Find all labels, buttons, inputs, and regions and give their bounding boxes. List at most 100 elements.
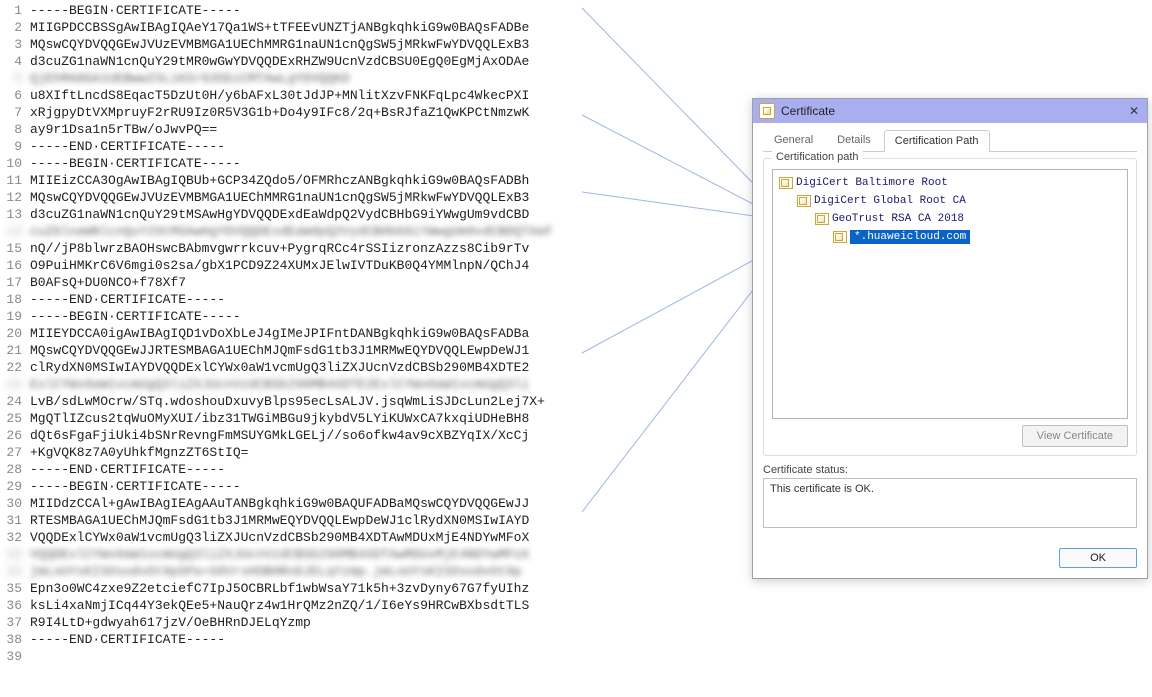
code-line: 2MIIGPDCCBSSgAwIBAgIQAeY17Qa1WS+tTFEEvUN… [0, 19, 690, 36]
code-line: 20MIIEYDCCA0igAwIBAgIQD1vDoXbLeJ4gIMeJPI… [0, 325, 690, 342]
line-number: 30 [0, 495, 30, 512]
cert-node-icon [813, 212, 829, 226]
line-number: 11 [0, 172, 30, 189]
line-text: u8XIftLncdS8EqacT5DzUt0H/y6bAFxL30tJdJP+… [30, 87, 690, 104]
line-text: -----END·CERTIFICATE----- [30, 138, 690, 155]
line-text: MIIEYDCCA0igAwIBAgIQD1vDoXbLeJ4gIMeJPIFn… [30, 325, 690, 342]
line-number: 28 [0, 461, 30, 478]
line-text: VQQDExlCYWx0aW1vcmUgQ3liZXJUcnVzdCBSb290… [30, 529, 690, 546]
code-line: 6u8XIftLncdS8EqacT5DzUt0H/y6bAFxL30tJdJP… [0, 87, 690, 104]
line-number: 25 [0, 410, 30, 427]
line-text: R9I4LtD+gdwyah617jzV/OeBHRnDJELqYzmp [30, 614, 690, 631]
line-text: MQswCQYDVQQGEwJVUzEVMBMGA1UEChMMRG1naUN1… [30, 36, 690, 53]
code-line: 7xRjgpyDtVXMpruyF2rRU9Iz0R5V3G1b+Do4y9IF… [0, 104, 690, 121]
line-text: MQswCQYDVQQGEwJJRTESMBAGA1UEChMJQmFsdG1t… [30, 342, 690, 359]
code-line: 30MIIDdzCCAl+gAwIBAgIEAgAAuTANBgkqhkiG9w… [0, 495, 690, 512]
line-number: 39 [0, 648, 30, 665]
code-line: 36ksLi4xaNmjICq44Y3ekQEe5+NauQrz4w1HrQMz… [0, 597, 690, 614]
cert-node-icon [795, 194, 811, 208]
line-text: d3cuZG1naWN1cnQuY29tMSAwHgYDVQQDExdEaWdp… [30, 206, 690, 223]
code-line: 28-----END·CERTIFICATE----- [0, 461, 690, 478]
cert-tree-node[interactable]: *.huaweicloud.com [777, 228, 1123, 246]
window-title: Certificate [781, 104, 1125, 118]
cert-node-icon [831, 230, 847, 244]
line-number: 31 [0, 512, 30, 529]
code-line: 34jmLoUYsKISOsodvOt9p5Pa+S0VrsHOBHRnDJEL… [0, 563, 690, 580]
line-text: -----BEGIN·CERTIFICATE----- [30, 2, 690, 19]
line-number: 15 [0, 240, 30, 257]
code-line: 13d3cuZG1naWN1cnQuY29tMSAwHgYDVQQDExdEaW… [0, 206, 690, 223]
code-line: 24LvB/sdLwMOcrw/STq.wdoshouDxuvyBlps95ec… [0, 393, 690, 410]
line-number: 14 [0, 223, 30, 240]
titlebar[interactable]: Certificate ✕ [753, 99, 1147, 123]
line-number: 29 [0, 478, 30, 495]
line-number: 24 [0, 393, 30, 410]
line-number: 34 [0, 563, 30, 580]
line-text: MgQTlIZcus2tqWuOMyXUI/ibz31TWGiMBGu9jkyb… [30, 410, 690, 427]
code-line: 5QjEhMA8GA1UEBwwI5LiK5rG35biCMTAwLgYDVQQ… [0, 70, 690, 87]
cert-tree[interactable]: DigiCert Baltimore Root DigiCert Global R… [772, 169, 1128, 419]
line-number: 37 [0, 614, 30, 631]
code-line: 14cuZGlnaWNlcnQuY29tMSAwHgYDVQQDExdEaWdp… [0, 223, 690, 240]
code-line: 9-----END·CERTIFICATE----- [0, 138, 690, 155]
cert-path-group: Certification path DigiCert Baltimore Ro… [763, 158, 1137, 456]
line-number: 35 [0, 580, 30, 597]
code-line: 38-----END·CERTIFICATE----- [0, 631, 690, 648]
cert-node-label: GeoTrust RSA CA 2018 [832, 213, 964, 225]
line-number: 38 [0, 631, 30, 648]
close-icon[interactable]: ✕ [1125, 104, 1143, 118]
line-number: 1 [0, 2, 30, 19]
line-text: xRjgpyDtVXMpruyF2rRU9Iz0R5V3G1b+Do4y9IFc… [30, 104, 690, 121]
code-line: 31RTESMBAGA1UEChMJQmFsdG1tb3J1MRMwEQYDVQ… [0, 512, 690, 529]
certificate-dialog: Certificate ✕ General Details Certificat… [752, 98, 1148, 579]
cert-node-label: DigiCert Baltimore Root [796, 177, 948, 189]
line-text: -----END·CERTIFICATE----- [30, 291, 690, 308]
line-number: 7 [0, 104, 30, 121]
line-number: 19 [0, 308, 30, 325]
code-line: 18-----END·CERTIFICATE----- [0, 291, 690, 308]
code-line: 17B0AFsQ+DU0NCO+f78Xf7 [0, 274, 690, 291]
code-line: 32VQQDExlCYWx0aW1vcmUgQ3liZXJUcnVzdCBSb2… [0, 529, 690, 546]
line-text: nQ//jP8blwrzBAOHswcBAbmvgwrrkcuv+PygrqRC… [30, 240, 690, 257]
line-number: 33 [0, 546, 30, 563]
tab-details[interactable]: Details [826, 129, 882, 151]
tab-general[interactable]: General [763, 129, 824, 151]
line-number: 12 [0, 189, 30, 206]
cert-tree-node[interactable]: DigiCert Baltimore Root [777, 174, 1123, 192]
line-text: cuZGlnaWNlcnQuY29tMSAwHgYDVQQDExdEaWdpQ2… [30, 223, 690, 240]
line-text: MIIGPDCCBSSgAwIBAgIQAeY17Qa1WS+tTFEEvUNZ… [30, 19, 690, 36]
view-certificate-button[interactable]: View Certificate [1022, 425, 1128, 447]
code-line: 10-----BEGIN·CERTIFICATE----- [0, 155, 690, 172]
line-text: +KgVQK8z7A0yUhkfMgnzZT6StIQ= [30, 444, 690, 461]
line-text: dQt6sFgaFjiUki4bSNrRevngFmMSUYGMkLGELj//… [30, 427, 690, 444]
line-text: LvB/sdLwMOcrw/STq.wdoshouDxuvyBlps95ecLs… [30, 393, 690, 410]
line-text: -----END·CERTIFICATE----- [30, 631, 690, 648]
cert-node-label: DigiCert Global Root CA [814, 195, 966, 207]
line-number: 23 [0, 376, 30, 393]
cert-status-text: This certificate is OK. [770, 483, 874, 495]
cert-node-label: *.huaweicloud.com [850, 230, 970, 244]
line-number: 8 [0, 121, 30, 138]
tab-cert-path[interactable]: Certification Path [884, 130, 990, 152]
ok-button[interactable]: OK [1059, 548, 1137, 568]
line-text: B0AFsQ+DU0NCO+f78Xf7 [30, 274, 690, 291]
line-text: ExlCYWx0aW1vcmUgQ3liZXJUcnVzdCBSb290MB4X… [30, 376, 690, 393]
line-number: 32 [0, 529, 30, 546]
cert-tree-node[interactable]: GeoTrust RSA CA 2018 [777, 210, 1123, 228]
cert-node-icon [777, 176, 793, 190]
line-number: 6 [0, 87, 30, 104]
line-number: 22 [0, 359, 30, 376]
line-number: 10 [0, 155, 30, 172]
window-body: General Details Certification Path Certi… [753, 123, 1147, 538]
line-number: 9 [0, 138, 30, 155]
code-line: 8ay9r1Dsa1n5rTBw/oJwvPQ== [0, 121, 690, 138]
line-number: 16 [0, 257, 30, 274]
code-line: 33VQQDExlCYWx0aW1vcmUgQ3liZXJUcnVzdCBSb2… [0, 546, 690, 563]
line-number: 18 [0, 291, 30, 308]
line-number: 20 [0, 325, 30, 342]
cert-tree-node[interactable]: DigiCert Global Root CA [777, 192, 1123, 210]
line-text: MIIDdzCCAl+gAwIBAgIEAgAAuTANBgkqhkiG9w0B… [30, 495, 690, 512]
line-number: 4 [0, 53, 30, 70]
line-number: 13 [0, 206, 30, 223]
group-title: Certification path [772, 151, 863, 163]
